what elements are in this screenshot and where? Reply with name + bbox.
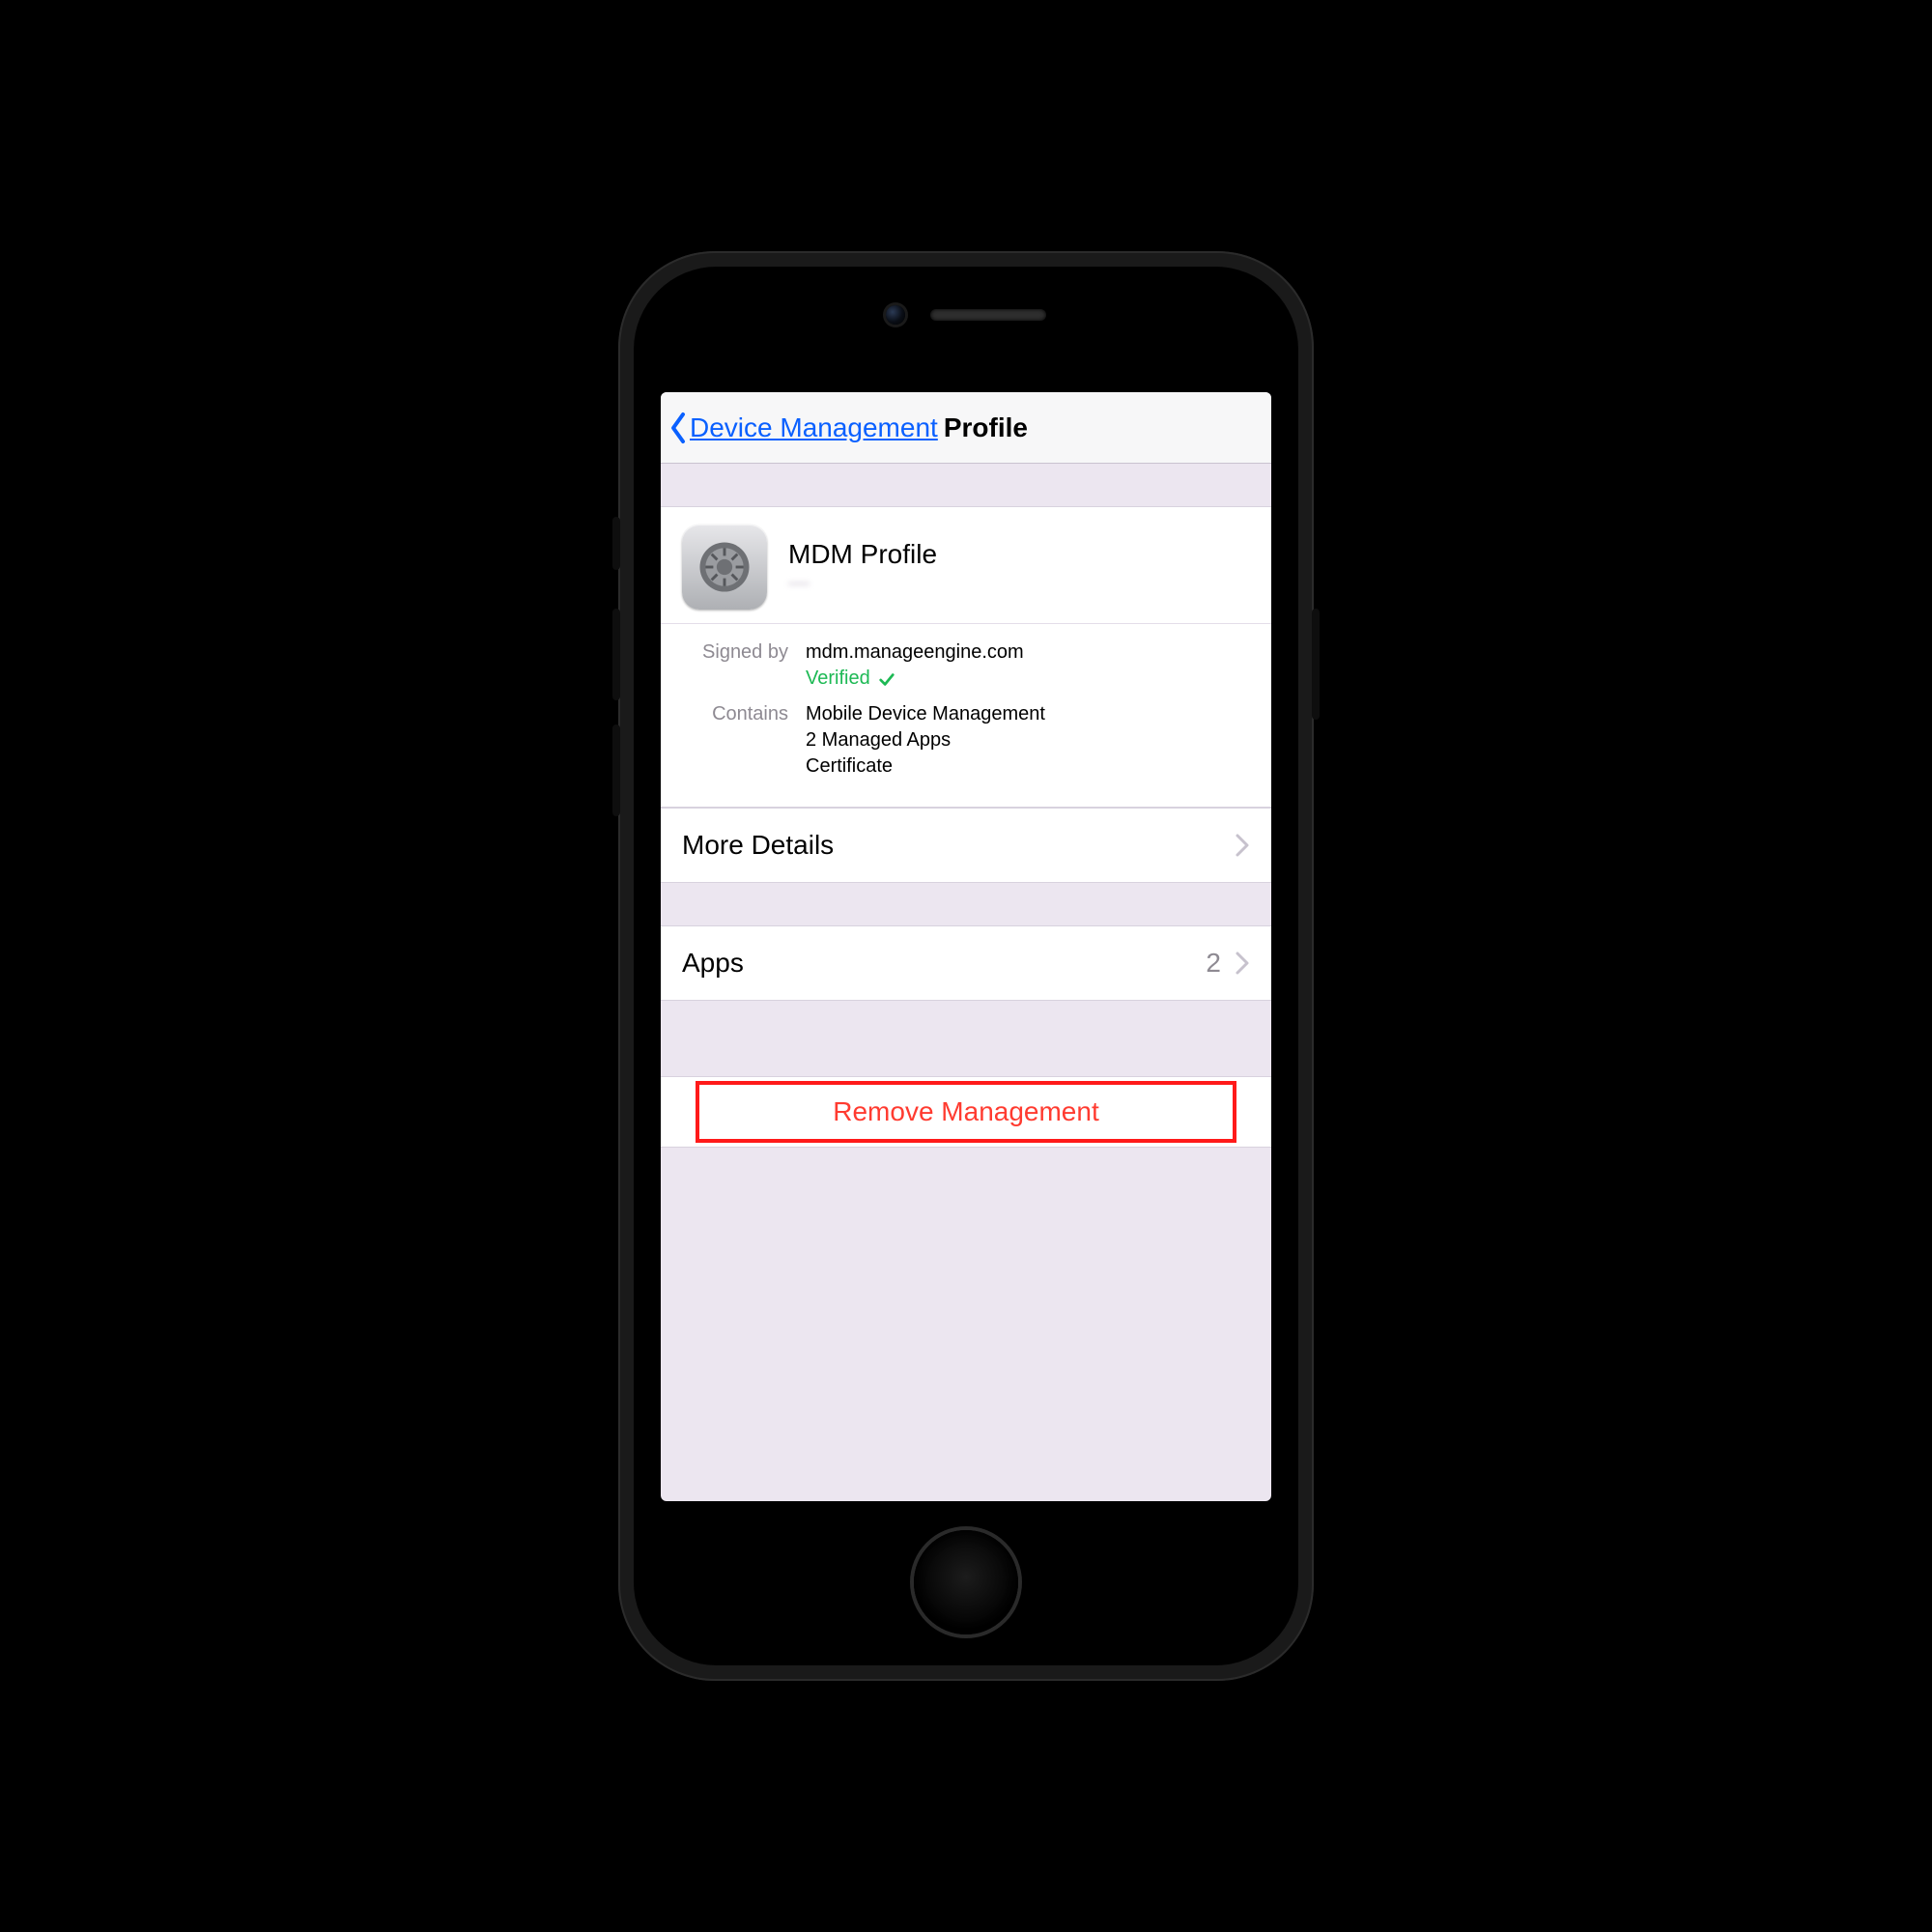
profile-info: Signed by mdm.manageengine.com Verified: [661, 624, 1271, 807]
apps-count: 2: [1206, 948, 1221, 979]
navbar: Device Management Profile: [661, 392, 1271, 464]
highlight-box: Remove Management: [696, 1081, 1236, 1143]
verified-badge: Verified: [806, 666, 1024, 692]
home-button[interactable]: [914, 1530, 1018, 1634]
more-details-row[interactable]: More Details: [661, 808, 1271, 883]
volume-up-button: [612, 609, 620, 700]
back-button[interactable]: Device Management: [668, 412, 938, 444]
more-details-label: More Details: [682, 830, 834, 861]
gear-icon: [696, 539, 753, 595]
remove-management-row: Remove Management: [661, 1076, 1271, 1148]
signed-by-value: mdm.manageengine.com: [806, 639, 1024, 666]
iphone-frame: Device Management Profile: [618, 251, 1314, 1681]
signed-by-label: Signed by: [682, 639, 788, 692]
volume-down-button: [612, 724, 620, 816]
back-label: Device Management: [690, 412, 938, 443]
screen: Device Management Profile: [661, 392, 1271, 1501]
apps-label: Apps: [682, 948, 744, 979]
remove-management-button[interactable]: Remove Management: [833, 1096, 1098, 1127]
power-button: [1312, 609, 1320, 720]
contains-item-2: Certificate: [806, 753, 1045, 780]
mute-switch: [612, 517, 620, 570]
chevron-right-icon: [1235, 951, 1250, 976]
settings-app-icon: [682, 525, 767, 610]
profile-header: MDM Profile —: [661, 507, 1271, 624]
speaker-grille-icon: [930, 309, 1046, 321]
contains-item-1: 2 Managed Apps: [806, 727, 1045, 753]
sensor-bar: [886, 305, 1046, 325]
contains-item-0: Mobile Device Management: [806, 701, 1045, 727]
profile-card: MDM Profile — Signed by mdm.manageengine…: [661, 506, 1271, 808]
profile-org: —: [788, 570, 937, 595]
verified-label: Verified: [806, 666, 870, 692]
chevron-left-icon: [668, 412, 688, 444]
profile-name: MDM Profile: [788, 539, 937, 570]
checkmark-icon: [878, 670, 895, 688]
front-camera-icon: [886, 305, 905, 325]
page-title: Profile: [944, 412, 1028, 443]
apps-row[interactable]: Apps 2: [661, 925, 1271, 1001]
contains-label: Contains: [682, 701, 788, 780]
chevron-right-icon: [1235, 833, 1250, 858]
